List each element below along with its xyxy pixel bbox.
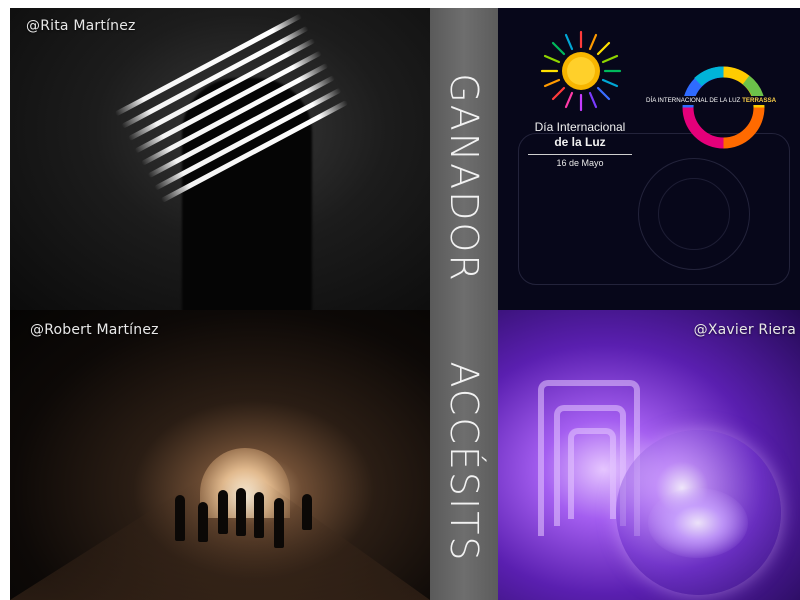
photo-rita-martinez: @Rita Martínez bbox=[10, 8, 430, 310]
label-accesits: ACCÉSITS bbox=[442, 361, 486, 563]
rainbow-ring-icon bbox=[676, 60, 771, 155]
walker-silhouette bbox=[175, 495, 185, 541]
ring-caption: DÍA INTERNACIONAL DE LA LUZ TERRASSA bbox=[646, 96, 796, 105]
walker-silhouette bbox=[254, 492, 264, 538]
logo-divider bbox=[528, 154, 632, 155]
light-stripes bbox=[110, 8, 389, 281]
sun-logo-icon bbox=[540, 30, 622, 112]
walker-silhouette bbox=[274, 498, 284, 548]
walker-silhouette bbox=[218, 490, 228, 534]
arch-shape bbox=[568, 428, 616, 519]
logo-date: 16 de Mayo bbox=[556, 158, 604, 168]
ring-caption-text: DÍA INTERNACIONAL DE LA LUZ bbox=[646, 97, 741, 104]
logo-title-line2: de la Luz bbox=[554, 135, 606, 149]
label-column: GANADOR ACCÉSITS bbox=[430, 8, 498, 600]
photo-xavier-riera: @Xavier Riera bbox=[498, 310, 800, 600]
label-ganador: GANADOR bbox=[442, 73, 486, 283]
credit-xavier: @Xavier Riera bbox=[693, 322, 796, 338]
logo-title: Día Internacional de la Luz bbox=[510, 120, 650, 150]
credit-robert: @Robert Martínez bbox=[30, 322, 159, 338]
event-logo-panel: Día Internacional de la Luz 16 de Mayo D… bbox=[498, 8, 800, 310]
sphere-reflection bbox=[648, 488, 748, 558]
ring-caption-city: TERRASSA bbox=[742, 97, 777, 104]
walker-silhouette bbox=[302, 494, 312, 530]
photo-robert-martinez: @Robert Martínez bbox=[10, 310, 430, 600]
camera-lens-inner-icon bbox=[658, 178, 730, 250]
walker-silhouette bbox=[198, 502, 208, 542]
logo-title-line1: Día Internacional bbox=[534, 120, 626, 134]
walker-silhouette bbox=[236, 488, 246, 536]
credit-rita: @Rita Martínez bbox=[26, 18, 136, 34]
